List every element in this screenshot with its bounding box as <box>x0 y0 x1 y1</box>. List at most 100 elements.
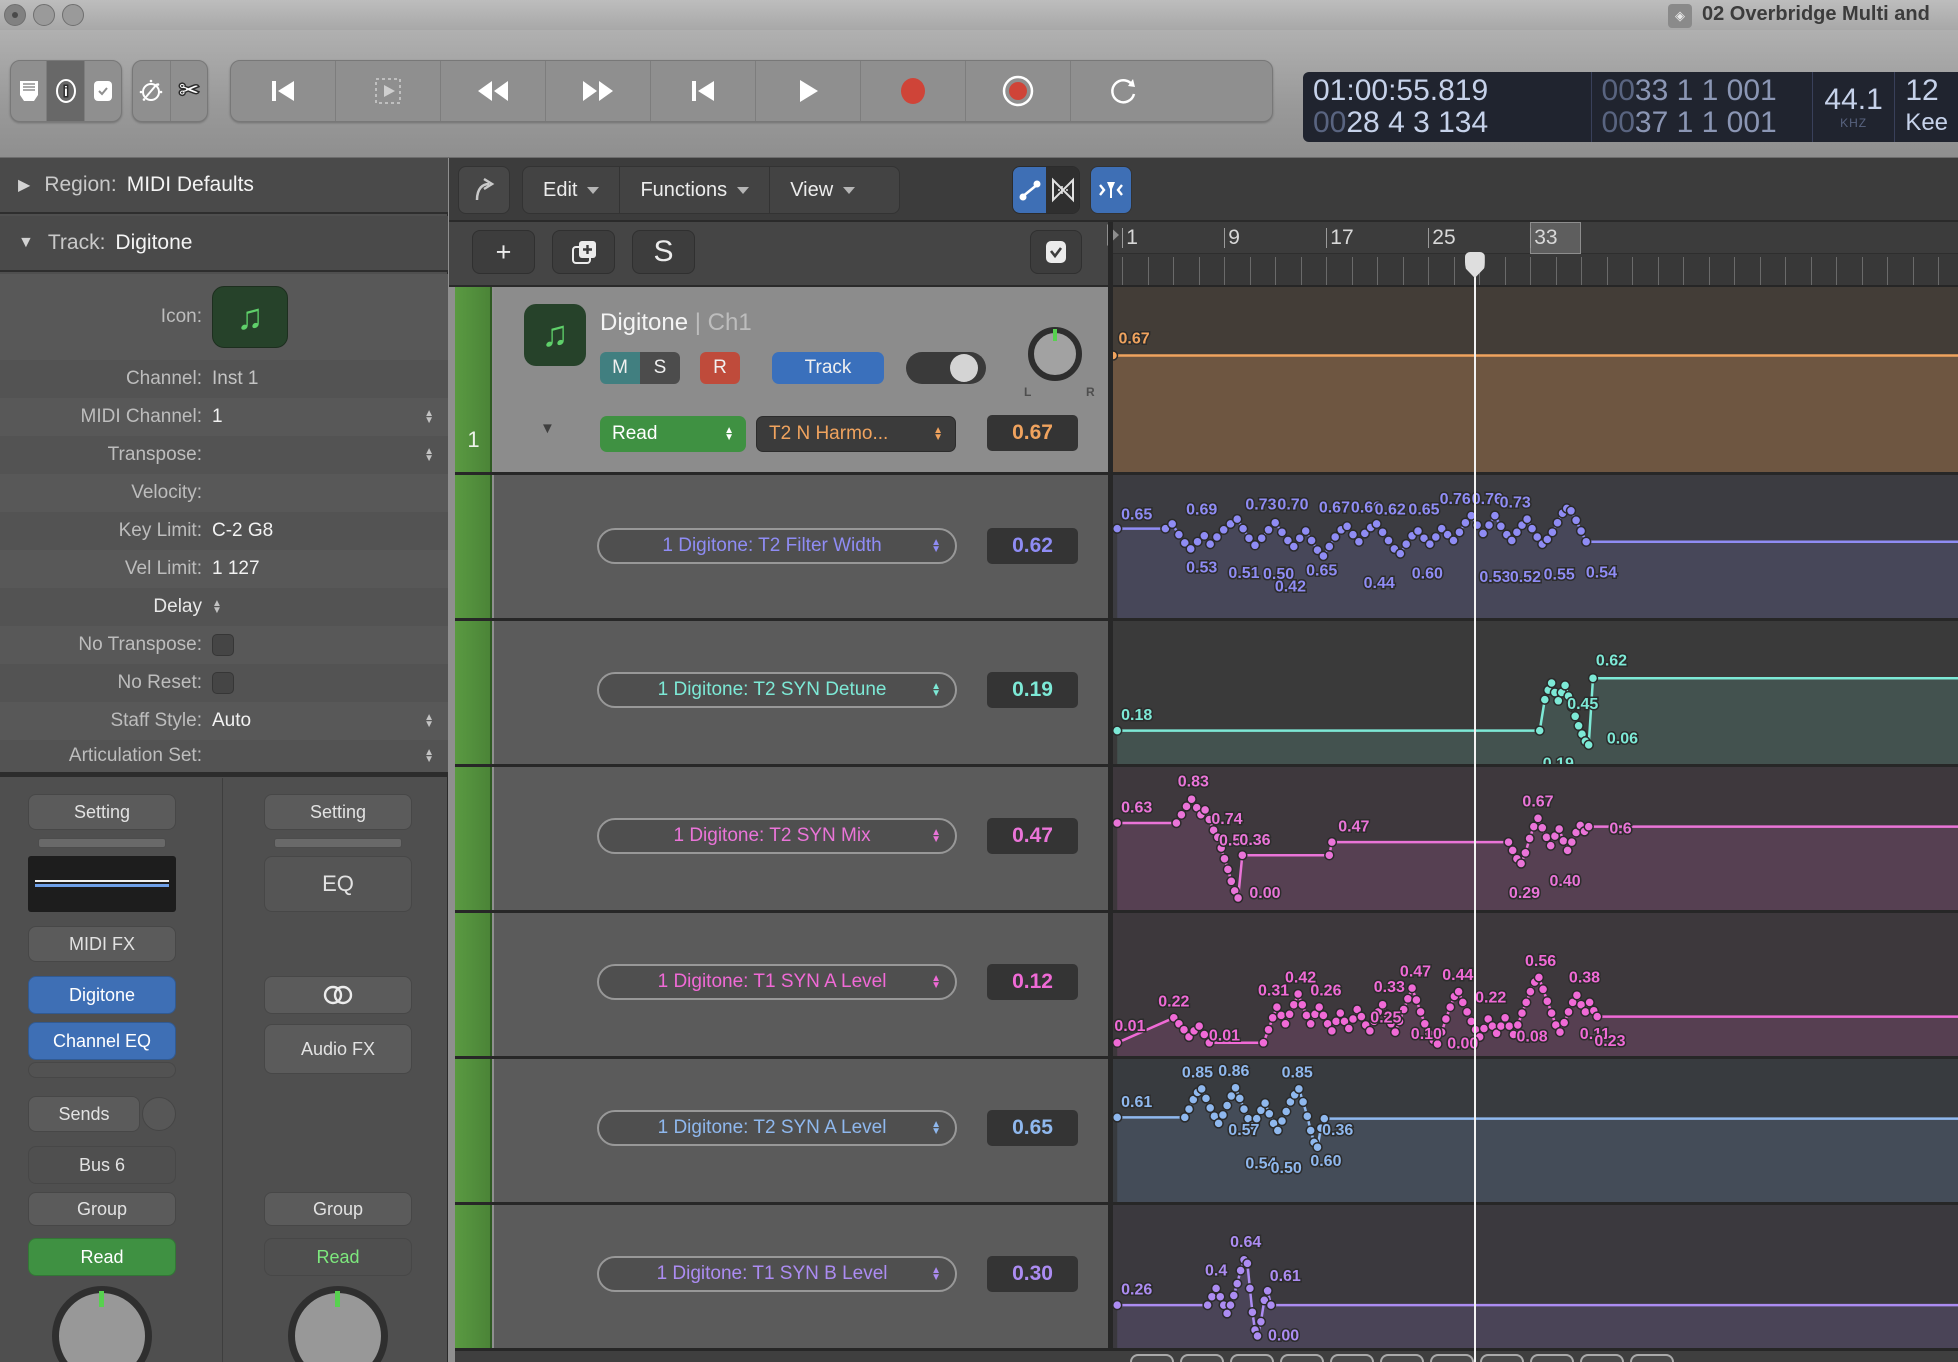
scissors-icon[interactable]: ✂ <box>171 61 208 121</box>
region-outline[interactable] <box>1480 1354 1524 1362</box>
menu-functions[interactable]: Functions <box>620 167 770 213</box>
lcd-position[interactable]: 01:00:55.819 0028 4 3 134 <box>1303 72 1592 142</box>
lane-value[interactable]: 0.62 <box>987 528 1078 564</box>
strip1-empty-slot[interactable] <box>28 1062 176 1078</box>
lane-label-row[interactable]: 1 Digitone: T2 SYN A Level▲▼ 0.65 <box>494 1059 1108 1202</box>
solo-lanes-button[interactable]: S <box>632 230 695 274</box>
quick-help-icon[interactable] <box>85 61 121 121</box>
automation-lane-canvas[interactable]: 0.180.190.060.620.45 <box>1113 621 1958 764</box>
cycle-button[interactable] <box>1071 61 1174 121</box>
playhead-line[interactable] <box>1474 254 1476 1362</box>
strip1-pan-knob[interactable] <box>52 1286 152 1362</box>
track-automation-target-button[interactable]: Track <box>772 352 884 384</box>
region-outline[interactable] <box>1180 1354 1224 1362</box>
disclosure-right-icon[interactable]: ▶ <box>18 175 30 195</box>
automation-lane-canvas[interactable]: 0.650.690.530.730.700.510.500.420.650.67… <box>1113 475 1958 618</box>
field-key-limit[interactable]: Key Limit:C-2 G8 <box>0 512 448 550</box>
stepper-icon[interactable]: ▲▼ <box>424 714 434 728</box>
field-transpose[interactable]: Transpose: ▲▼ <box>0 436 448 474</box>
lane-value[interactable]: 0.19 <box>987 672 1078 708</box>
capture-record-button[interactable] <box>966 61 1071 121</box>
stepper-icon[interactable]: ▲▼ <box>212 600 222 614</box>
strip1-send-knob[interactable] <box>142 1097 176 1131</box>
strip1-channel-eq-button[interactable]: Channel EQ <box>28 1022 176 1060</box>
lane-parameter-dropdown[interactable]: 1 Digitone: T1 SYN A Level▲▼ <box>597 964 957 1000</box>
track-inspector-header[interactable]: ▼ Track:Digitone <box>0 216 448 272</box>
disclosure-down-icon[interactable]: ▼ <box>540 420 555 437</box>
lane-label-row[interactable]: 1 Digitone: T1 SYN B Level▲▼ 0.30 <box>494 1205 1108 1348</box>
bar-ruler[interactable]: 19172533 <box>1113 222 1958 287</box>
strip2-stereo-format-button[interactable] <box>264 976 412 1014</box>
automation-lane-canvas[interactable]: 0.67 <box>1113 287 1958 472</box>
stepper-icon[interactable]: ▲▼ <box>424 749 434 763</box>
field-delay[interactable]: Delay ▲▼ <box>0 588 448 626</box>
strip2-eq-thumbnail[interactable]: EQ <box>264 856 412 912</box>
strip2-setting-button[interactable]: Setting <box>264 794 412 830</box>
strip2-pan-knob[interactable] <box>288 1286 388 1362</box>
track-icon-note[interactable]: ♫ <box>212 286 288 348</box>
field-midi-channel[interactable]: MIDI Channel:1 ▲▼ <box>0 398 448 436</box>
library-icon[interactable] <box>11 61 47 121</box>
solo-button[interactable]: S <box>640 352 680 384</box>
lcd-sample-rate[interactable]: 44.1 KHZ <box>1813 72 1895 142</box>
strip2-group-button[interactable]: Group <box>264 1192 412 1226</box>
strip1-instrument-button[interactable]: Digitone <box>28 976 176 1014</box>
no-transpose-checkbox[interactable] <box>212 634 234 656</box>
track-name[interactable]: Digitone | Ch1 <box>600 309 752 337</box>
mute-button[interactable]: M <box>600 352 640 384</box>
forward-button[interactable] <box>546 61 651 121</box>
stepper-icon[interactable]: ▲▼ <box>424 410 434 424</box>
lane-label-row[interactable]: 1 Digitone: T2 SYN Detune▲▼ 0.19 <box>494 621 1108 764</box>
rewind-button[interactable] <box>441 61 546 121</box>
region-outline[interactable] <box>1380 1354 1424 1362</box>
automation-lane-canvas[interactable]: 0.260.40.640.610.00 <box>1113 1205 1958 1348</box>
automation-mode-dropdown[interactable]: Read▲▼ <box>600 416 746 452</box>
region-outline[interactable] <box>1280 1354 1324 1362</box>
catch-playhead-icon[interactable] <box>1090 166 1132 214</box>
strip1-midi-fx-button[interactable]: MIDI FX <box>28 926 176 962</box>
lane-value[interactable]: 0.65 <box>987 1110 1078 1146</box>
automation-parameter-dropdown[interactable]: T2 N Harmo...▲▼ <box>756 416 956 452</box>
stop-return-button[interactable] <box>651 61 756 121</box>
pan-knob[interactable] <box>1028 327 1082 381</box>
field-channel[interactable]: Channel:Inst 1 <box>0 360 448 398</box>
strip2-automation-read-button[interactable]: Read <box>264 1238 412 1276</box>
lane-parameter-dropdown[interactable]: 1 Digitone: T2 SYN Detune▲▼ <box>597 672 957 708</box>
next-lane-regions[interactable] <box>455 1351 1958 1362</box>
lane-value[interactable]: 0.12 <box>987 964 1078 1000</box>
strip1-automation-read-button[interactable]: Read <box>28 1238 176 1276</box>
strip1-sends-button[interactable]: Sends <box>28 1096 140 1132</box>
automation-lane-canvas[interactable]: 0.630.830.740.510.360.000.470.670.290.40… <box>1113 767 1958 910</box>
lane-parameter-dropdown[interactable]: 1 Digitone: T2 SYN Mix▲▼ <box>597 818 957 854</box>
close-window-button[interactable] <box>4 4 26 26</box>
region-outline[interactable] <box>1230 1354 1274 1362</box>
strip2-audio-fx-button[interactable]: Audio FX <box>264 1024 412 1074</box>
strip1-setting-button[interactable]: Setting <box>28 794 176 830</box>
lane-value[interactable]: 0.47 <box>987 818 1078 854</box>
track-header[interactable]: ♫ Digitone | Ch1 M S R Track L R ▼ Read▲… <box>494 287 1108 472</box>
strip1-output-bus-button[interactable]: Bus 6 <box>28 1146 176 1184</box>
automation-curve[interactable]: 0.610.850.860.850.570.540.500.600.36 <box>1113 1059 1958 1202</box>
inspector-info-icon[interactable]: i <box>47 61 84 121</box>
no-reset-checkbox[interactable] <box>212 672 234 694</box>
region-inspector-header[interactable]: ▶ Region:MIDI Defaults <box>0 158 448 214</box>
region-outline[interactable] <box>1530 1354 1574 1362</box>
on-off-toggle[interactable] <box>906 352 986 384</box>
automation-value[interactable]: 0.67 <box>987 415 1078 451</box>
automation-curve[interactable]: 0.260.40.640.610.00 <box>1113 1205 1958 1348</box>
lcd-locators[interactable]: 0033 1 1 001 0037 1 1 001 <box>1592 72 1813 142</box>
minimize-window-button[interactable] <box>33 4 55 26</box>
field-articulation-set[interactable]: Articulation Set: ▲▼ <box>0 740 448 772</box>
lcd-tempo[interactable]: 12 Kee <box>1895 72 1958 142</box>
record-button[interactable] <box>861 61 966 121</box>
lane-parameter-dropdown[interactable]: 1 Digitone: T1 SYN B Level▲▼ <box>597 1256 957 1292</box>
lane-label-row[interactable]: 1 Digitone: T2 SYN Mix▲▼ 0.47 <box>494 767 1108 910</box>
stepper-icon[interactable]: ▲▼ <box>424 448 434 462</box>
region-outline[interactable] <box>1130 1354 1174 1362</box>
lcd-display[interactable]: 01:00:55.819 0028 4 3 134 0033 1 1 001 0… <box>1303 72 1958 142</box>
back-arrow-icon[interactable] <box>458 166 510 214</box>
lane-value[interactable]: 0.30 <box>987 1256 1078 1292</box>
midi-draw-mode-icon[interactable] <box>1046 167 1079 213</box>
add-lane-button[interactable]: + <box>472 230 535 274</box>
autoselect-parameter-icon[interactable] <box>1030 230 1082 274</box>
